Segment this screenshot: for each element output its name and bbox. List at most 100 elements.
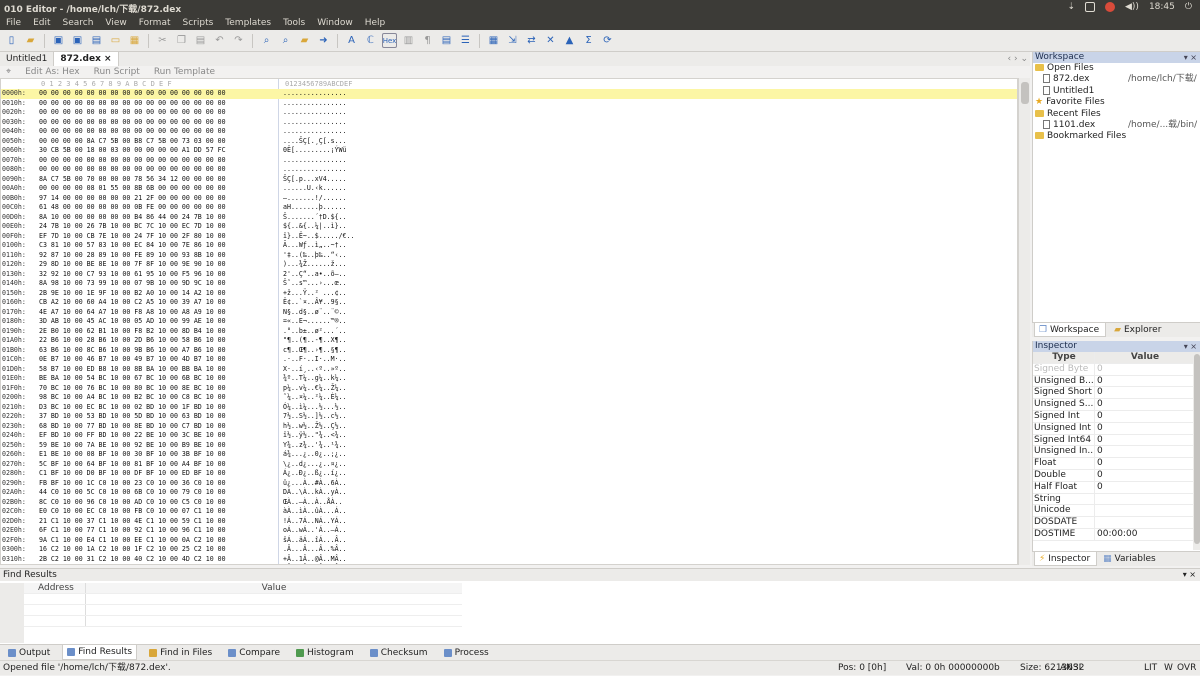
- row-hex-bytes[interactable]: 58 B7 10 00 ED B8 10 00 8B BA 10 00 BB B…: [39, 365, 226, 375]
- row-ascii[interactable]: .°..b±..ø²...´..: [283, 327, 347, 337]
- col-value[interactable]: Value: [86, 583, 462, 593]
- row-ascii[interactable]: p¼..v¼..€¼..Ž¼..: [283, 384, 347, 394]
- row-ascii[interactable]: ¾º..T¼..g¼..k¼..: [283, 374, 347, 384]
- hex-row[interactable]: 0250h: 59 BE 10 00 7A BE 10 00 92 BE 10 0…: [1, 441, 1017, 451]
- row-hex-bytes[interactable]: EF 7D 10 00 CB 7E 10 00 24 7F 10 00 2F 8…: [39, 232, 226, 242]
- run-template-dropdown[interactable]: Run Template: [154, 66, 215, 78]
- text-format-icon[interactable]: A: [344, 33, 359, 48]
- panel-close-icon[interactable]: ▾ ×: [1184, 341, 1197, 352]
- row-ascii[interactable]: aH.......þ......: [283, 203, 347, 213]
- goto-icon[interactable]: ➜: [316, 33, 331, 48]
- hex-row[interactable]: 00C0h: 61 48 00 00 00 00 00 00 0B FE 00 0…: [1, 203, 1017, 213]
- hex-row[interactable]: 0090h: 8A C7 5B 00 70 00 00 00 78 56 34 1…: [1, 175, 1017, 185]
- row-ascii[interactable]: .·..F·..I·..M·..: [283, 355, 347, 365]
- row-hex-bytes[interactable]: 00 00 00 00 00 00 00 00 00 00 00 00 00 0…: [39, 165, 226, 175]
- row-ascii[interactable]: ................: [283, 99, 347, 109]
- inspector-row[interactable]: Signed Int 0: [1033, 410, 1193, 423]
- row-ascii[interactable]: Á¿..Ð¿..ß¿..í¿..: [283, 469, 347, 479]
- row-ascii[interactable]: =«..E¬....­..™®..: [283, 317, 347, 327]
- row-ascii[interactable]: '‡..(‰..þ‰..“‹..: [283, 251, 347, 261]
- panel-close-icon[interactable]: ▾ ×: [1184, 52, 1197, 63]
- save-icon[interactable]: ▣: [51, 33, 66, 48]
- row-hex-bytes[interactable]: 37 BD 10 00 53 BD 10 00 5D BD 10 00 63 B…: [39, 412, 226, 422]
- hex-row[interactable]: 0070h: 00 00 00 00 00 00 00 00 00 00 00 0…: [1, 156, 1017, 166]
- tab-histogram[interactable]: Histogram: [292, 645, 358, 660]
- compare-icon[interactable]: ⇄: [524, 33, 539, 48]
- row-ascii[interactable]: Š˜..s™...›...œ..: [283, 279, 347, 289]
- menu-window[interactable]: Window: [311, 16, 359, 30]
- columns-icon[interactable]: ▥: [401, 33, 416, 48]
- tab-find-results[interactable]: Find Results: [62, 645, 138, 660]
- close-icon[interactable]: ×: [104, 54, 112, 64]
- row-hex-bytes[interactable]: 2B C2 10 00 31 C2 10 00 40 C2 10 00 4D C…: [39, 555, 226, 565]
- inspector-row[interactable]: Unsigned Int 0: [1033, 422, 1193, 435]
- scroll-thumb[interactable]: [1194, 354, 1200, 544]
- run-script-dropdown[interactable]: Run Script: [94, 66, 140, 78]
- inspector-value[interactable]: 0: [1095, 458, 1103, 469]
- inspector-row[interactable]: Unsigned S... 0: [1033, 399, 1193, 411]
- hex-row[interactable]: 0320h:74 C2 10 00 84 C2 10 00 91 C2 10 0…: [1, 564, 1018, 565]
- hex-row[interactable]: 0290h: FB BF 10 00 1C C0 10 00 23 C0 10 0…: [1, 479, 1017, 489]
- hex-row[interactable]: 00B0h: 97 14 00 00 00 00 00 00 21 2F 00 0…: [1, 194, 1017, 204]
- import-icon[interactable]: ⇲: [505, 33, 520, 48]
- row-ascii[interactable]: ................: [283, 127, 347, 137]
- hex-row[interactable]: 0110h: 92 87 10 00 28 89 10 00 FE 89 10 0…: [1, 251, 1017, 261]
- font-icon[interactable]: ℂ: [363, 33, 378, 48]
- group-icon[interactable]: ▤: [439, 33, 454, 48]
- row-hex-bytes[interactable]: 00 00 00 00 00 00 00 00 00 00 00 00 00 0…: [39, 127, 226, 137]
- row-hex-bytes[interactable]: 16 C2 10 00 1A C2 10 00 1F C2 10 00 25 C…: [39, 545, 226, 555]
- replace-icon[interactable]: ⌕: [278, 33, 293, 48]
- menu-format[interactable]: Format: [133, 16, 177, 30]
- hex-row[interactable]: 0220h: 37 BD 10 00 53 BD 10 00 5D BD 10 0…: [1, 412, 1017, 422]
- row-hex-bytes[interactable]: 00 00 00 00 8A C7 5B 00 B8 C7 5B 00 73 0…: [39, 137, 226, 147]
- hex-row[interactable]: 0260h: E1 BE 10 00 08 BF 10 00 30 BF 10 0…: [1, 450, 1017, 460]
- scroll-thumb[interactable]: [1021, 82, 1029, 104]
- row-ascii[interactable]: \¿..d¿...¿..¤¿..: [283, 460, 347, 470]
- row-hex-bytes[interactable]: 97 14 00 00 00 00 00 00 21 2F 00 00 00 0…: [39, 194, 226, 204]
- row-ascii[interactable]: ${..&{..¼|..ì}..: [283, 222, 347, 232]
- inspector-row[interactable]: Signed Short 0: [1033, 387, 1193, 400]
- hex-row[interactable]: 00D0h: 8A 10 00 00 00 00 00 00 B4 86 44 0…: [1, 213, 1017, 223]
- inspector-row[interactable]: Unsigned B... 0: [1033, 375, 1193, 388]
- row-hex-bytes[interactable]: E0 C0 10 00 EC C0 10 00 FB C0 10 00 07 C…: [39, 507, 226, 517]
- row-ascii[interactable]: )...¾Ž......ž...: [283, 260, 347, 270]
- hex-row[interactable]: 01E0h: BE BA 10 00 54 BC 10 00 67 BC 10 0…: [1, 374, 1017, 384]
- hex-row[interactable]: 0150h: 2B 9E 10 00 1E 9F 10 00 B2 A0 10 0…: [1, 289, 1017, 299]
- inspector-scrollbar[interactable]: [1193, 352, 1200, 550]
- status-overwrite[interactable]: OVR: [1177, 661, 1196, 676]
- row-ascii[interactable]: —.......!/......: [283, 194, 347, 204]
- row-ascii[interactable]: àÀ..ìÀ..ûÀ...Á..: [283, 507, 347, 517]
- tab-untitled1[interactable]: Untitled1: [0, 52, 55, 66]
- row-ascii[interactable]: šÁ..äÁ..îÁ...Â..: [283, 536, 347, 546]
- row-ascii[interactable]: 0Ë[.........¡ÝWü: [283, 146, 347, 156]
- row-ascii[interactable]: !Á..7Á..NÁ..YÁ..: [283, 517, 347, 527]
- save-all-icon[interactable]: ▤: [89, 33, 104, 48]
- edit-as-dropdown[interactable]: Edit As: Hex: [25, 66, 80, 78]
- hex-row[interactable]: 0010h: 00 00 00 00 00 00 00 00 00 00 00 0…: [1, 99, 1017, 109]
- status-write-mode[interactable]: W: [1164, 661, 1173, 676]
- tab-explorer[interactable]: ▰ Explorer: [1110, 323, 1167, 337]
- table-row[interactable]: [24, 616, 462, 627]
- power-icon[interactable]: ⏻: [1185, 2, 1192, 12]
- row-hex-bytes[interactable]: FB BF 10 00 1C C0 10 00 23 C0 10 00 36 C…: [39, 479, 226, 489]
- row-hex-bytes[interactable]: 22 B6 10 00 28 B6 10 00 2D B6 10 00 58 B…: [39, 336, 226, 346]
- row-ascii[interactable]: ï}..Ë~..$...../€..: [283, 232, 354, 242]
- calculator-icon[interactable]: ▦: [486, 33, 501, 48]
- row-ascii[interactable]: +ž...Ÿ..² ...¢..: [283, 289, 347, 299]
- status-encoding[interactable]: ANSI: [1060, 661, 1081, 676]
- row-hex-bytes[interactable]: 70 BC 10 00 76 BC 10 00 80 BC 10 00 8E B…: [39, 384, 226, 394]
- row-hex-bytes[interactable]: D3 BC 10 00 EC BC 10 00 02 BD 10 00 1F B…: [39, 403, 226, 413]
- inspector-value[interactable]: 0: [1095, 435, 1103, 446]
- row-hex-bytes[interactable]: CB A2 10 00 60 A4 10 00 C2 A5 10 00 39 A…: [39, 298, 226, 308]
- redo-icon[interactable]: ↷: [231, 33, 246, 48]
- row-hex-bytes[interactable]: 61 48 00 00 00 00 00 00 0B FE 00 00 00 0…: [39, 203, 226, 213]
- menu-help[interactable]: Help: [359, 16, 392, 30]
- row-hex-bytes[interactable]: 8A 98 10 00 73 99 10 00 07 9B 10 00 9D 9…: [39, 279, 226, 289]
- hex-editor[interactable]: 0 1 2 3 4 5 6 7 8 9 A B C D E F 01234567…: [0, 78, 1018, 565]
- tab-output[interactable]: Output: [4, 645, 54, 660]
- inspector-value[interactable]: [1095, 505, 1097, 516]
- hex-row[interactable]: 02E0h: 6F C1 10 00 77 C1 10 00 92 C1 10 0…: [1, 526, 1017, 536]
- hex-row[interactable]: 0060h: 30 CB 5B 00 18 00 03 00 00 00 00 0…: [1, 146, 1017, 156]
- inspector-value[interactable]: 0: [1095, 482, 1103, 493]
- row-ascii[interactable]: Y¾..z¾..'¾..¹¾..: [283, 441, 347, 451]
